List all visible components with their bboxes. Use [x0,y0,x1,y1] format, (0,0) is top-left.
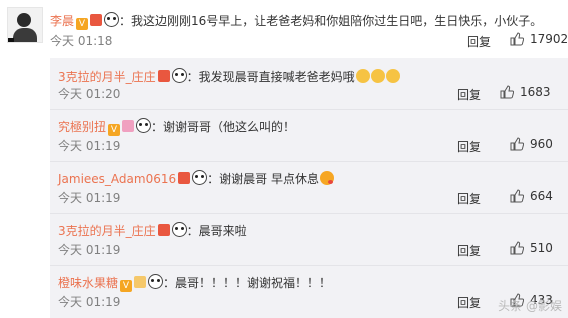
main-comment-line: 李晨 V ：我这边刚刚16号早上，让老爸老妈和你姐陪你过生日吧，生日快乐，小伙子。 [50,12,542,30]
pray-emoji-icon [385,69,400,83]
reply-button[interactable]: 回复 [457,242,481,259]
kiss-emoji-icon [319,171,334,185]
panda-icon [104,12,120,27]
reply-user[interactable]: 3克拉的月半_庄庄 [58,224,156,238]
like-button[interactable]: 664 [510,189,553,203]
reply-button[interactable]: 回复 [457,86,481,103]
verified-v-icon: V [108,124,121,136]
reply-item: Jamiees_Adam0616 ：谢谢晨哥 早点休息 今天 01:19 回复 6… [50,162,568,214]
main-comment-user[interactable]: 李晨 [50,14,74,28]
thumbs-up-icon [510,32,524,46]
badge-icon [122,120,135,132]
membership-icon [157,70,170,82]
main-comment: 李晨 V ：我这边刚刚16号早上，让老爸老妈和你姐陪你过生日吧，生日快乐，小伙子。 … [0,0,568,58]
main-like-button[interactable]: 17902 [510,32,568,46]
reply-time: 今天 01:20 [58,87,121,101]
like-count: 1683 [520,85,551,99]
panda-icon [136,118,152,133]
reply-button[interactable]: 回复 [457,294,481,311]
reply-time: 今天 01:19 [58,295,121,309]
membership-icon [90,14,103,26]
reply-user[interactable]: Jamiees_Adam0616 [58,172,176,186]
like-button[interactable]: 1683 [500,85,551,99]
reply-user[interactable]: 究極别扭 [58,120,106,134]
reply-text: ：晨哥来啦 [186,224,247,238]
reply-list: 3克拉的月半_庄庄 ：我发现晨哥直接喊老爸老妈哦 今天 01:20 回复 1683… [50,58,568,318]
like-count: 664 [530,189,553,203]
panda-icon [192,170,208,185]
reply-time: 今天 01:19 [58,243,121,257]
like-count: 960 [530,137,553,151]
avatar[interactable] [7,7,43,43]
reply-button[interactable]: 回复 [457,138,481,155]
pray-emoji-icon [355,69,370,83]
verified-v-icon: V [76,18,89,30]
thumbs-up-icon [510,241,524,255]
membership-icon [157,224,170,236]
pray-emoji-icon [370,69,385,83]
main-reply-button[interactable]: 回复 [467,33,491,50]
like-button[interactable]: 510 [510,241,553,255]
thumbs-up-icon [500,85,514,99]
reply-text: ：晨哥！！！！谢谢祝福！！！ [163,276,332,290]
thumbs-up-icon [510,189,524,203]
reply-button[interactable]: 回复 [457,190,481,207]
main-comment-text: ：我这边刚刚16号早上，让老爸老妈和你姐陪你过生日吧，生日快乐，小伙子。 [119,14,543,28]
main-comment-time: 今天 01:18 [50,34,113,48]
reply-text: ：谢谢晨哥 早点休息 [207,172,319,186]
reply-item: 3克拉的月半_庄庄 ：晨哥来啦 今天 01:19 回复 510 [50,214,568,266]
reply-time: 今天 01:19 [58,139,121,153]
like-count: 510 [530,241,553,255]
reply-text: ：谢谢哥哥（他这么叫的！ [151,120,296,134]
verified-v-icon: V [120,280,133,292]
panda-icon [171,68,187,83]
reply-text: ：我发现晨哥直接喊老爸老妈哦 [186,70,355,84]
reply-item: 究極别扭 V ：谢谢哥哥（他这么叫的！ 今天 01:19 回复 960 [50,110,568,162]
main-like-count: 17902 [530,32,568,46]
thumbs-up-icon [510,137,524,151]
hand-badge-icon [134,276,147,288]
reply-item: 橙味水果糖 V ：晨哥！！！！谢谢祝福！！！ 今天 01:19 回复 433 [50,266,568,318]
panda-icon [148,274,164,289]
reply-user[interactable]: 3克拉的月半_庄庄 [58,70,156,84]
like-button[interactable]: 960 [510,137,553,151]
reply-user[interactable]: 橙味水果糖 [58,276,118,290]
reply-time: 今天 01:19 [58,191,121,205]
membership-icon [178,172,191,184]
panda-icon [171,222,187,237]
watermark: 头条 @影娱 [498,299,562,313]
reply-item: 3克拉的月半_庄庄 ：我发现晨哥直接喊老爸老妈哦 今天 01:20 回复 1683 [50,58,568,110]
